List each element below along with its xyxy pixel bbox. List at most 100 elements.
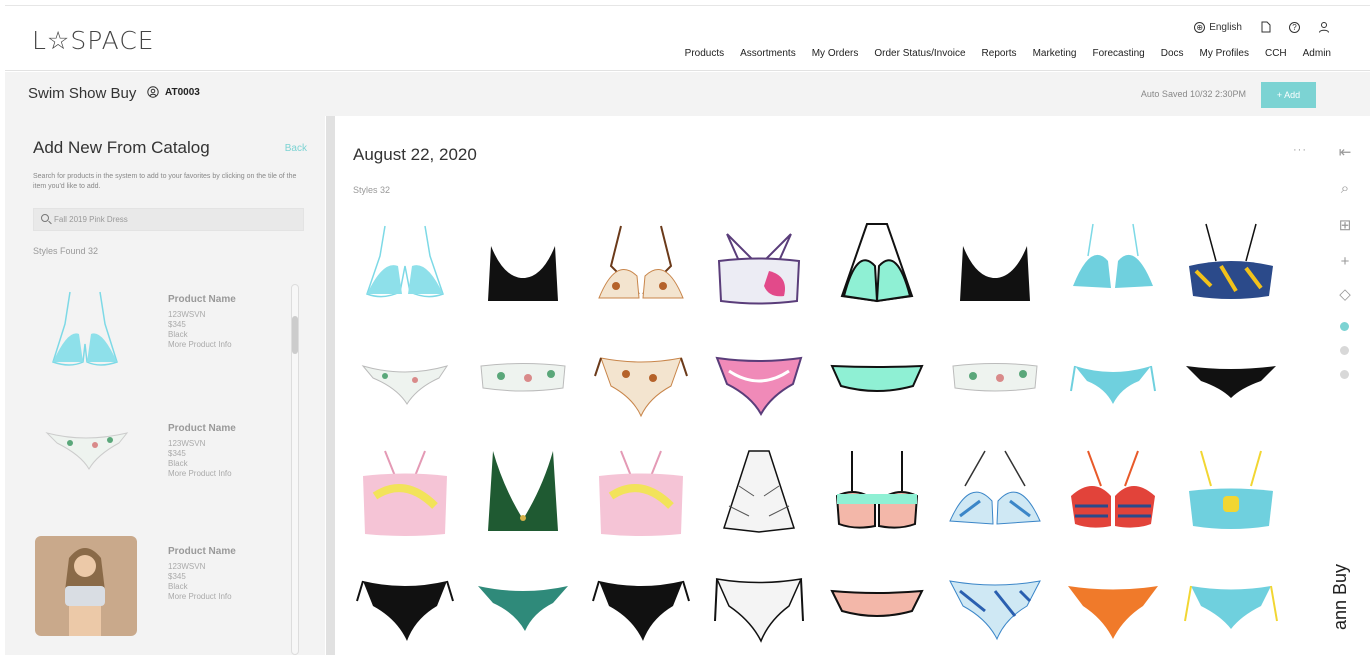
style-tile[interactable]	[827, 446, 927, 546]
grid-view-icon[interactable]: ⊞	[1336, 217, 1354, 235]
more-info-link[interactable]: More Product Info	[168, 340, 232, 350]
document-button[interactable]	[1260, 21, 1271, 33]
style-tile[interactable]	[1181, 446, 1281, 546]
more-options-icon[interactable]: ···	[1293, 144, 1307, 156]
search-placeholder: Fall 2019 Pink Dress	[54, 215, 128, 224]
product-details: 123WSVN $345 Black More Product Info	[168, 562, 232, 602]
style-tile[interactable]	[1181, 336, 1281, 436]
style-tile[interactable]	[1063, 446, 1163, 546]
nav-forecasting[interactable]: Forecasting	[1092, 48, 1144, 59]
style-tile[interactable]	[355, 561, 455, 655]
panel-divider[interactable]	[326, 116, 335, 655]
style-tile[interactable]	[1181, 216, 1281, 316]
product-name: Product Name	[168, 294, 236, 305]
nav-reports[interactable]: Reports	[982, 48, 1017, 59]
more-info-link[interactable]: More Product Info	[168, 469, 232, 479]
assortment-board: August 22, 2020 Styles 32 ···	[335, 116, 1320, 655]
style-tile[interactable]	[827, 216, 927, 316]
nav-order-status[interactable]: Order Status/Invoice	[874, 48, 965, 59]
style-tile[interactable]	[709, 336, 809, 436]
product-sku: 123WSVN	[168, 310, 206, 319]
product-color: Black	[168, 330, 188, 339]
board-date: August 22, 2020	[353, 145, 477, 164]
back-link[interactable]: Back	[285, 143, 307, 154]
nav-products[interactable]: Products	[685, 48, 724, 59]
language-selector[interactable]: ⊕ English	[1194, 21, 1242, 33]
style-tile[interactable]	[1063, 561, 1163, 655]
help-button[interactable]: ?	[1289, 21, 1300, 33]
product-sku: 123WSVN	[168, 439, 206, 448]
styles-count: Styles 32	[353, 185, 391, 195]
nav-marketing[interactable]: Marketing	[1033, 48, 1077, 59]
product-color: Black	[168, 459, 188, 468]
add-button[interactable]: + Add	[1261, 82, 1316, 108]
collapse-panel-icon[interactable]: ⇤	[1336, 144, 1354, 162]
style-tile[interactable]	[591, 561, 691, 655]
search-icon[interactable]: ⌕	[1336, 180, 1354, 198]
add-icon[interactable]: +	[1336, 253, 1354, 271]
product-price: $345	[168, 320, 186, 329]
page-dot[interactable]	[1340, 370, 1349, 379]
styles-found-count: Styles Found 32	[33, 246, 99, 256]
product-details: 123WSVN $345 Black More Product Info	[168, 310, 232, 350]
nav-my-profiles[interactable]: My Profiles	[1200, 48, 1249, 59]
catalog-item[interactable]: Product Name 123WSVN $345 Black More Pro…	[35, 284, 285, 394]
style-tile[interactable]	[827, 561, 927, 655]
style-tile[interactable]	[473, 561, 573, 655]
product-color: Black	[168, 582, 188, 591]
style-tile[interactable]	[1063, 216, 1163, 316]
style-tile[interactable]	[709, 216, 809, 316]
nav-my-orders[interactable]: My Orders	[812, 48, 859, 59]
tag-icon[interactable]: ◇	[1336, 286, 1354, 304]
top-header: L☆SPACE ⊕ English ? Products Assortments…	[5, 5, 1370, 71]
page-dot[interactable]	[1340, 346, 1349, 355]
nav-cch[interactable]: CCH	[1265, 48, 1287, 59]
main-nav: Products Assortments My Orders Order Sta…	[685, 48, 1331, 59]
style-tile[interactable]	[1063, 336, 1163, 436]
style-tile[interactable]	[473, 446, 573, 546]
user-button[interactable]	[1318, 21, 1330, 33]
product-name: Product Name	[168, 546, 236, 557]
style-tile[interactable]	[355, 216, 455, 316]
user-icon	[1319, 22, 1329, 33]
style-tile[interactable]	[1181, 561, 1281, 655]
catalog-description: Search for products in the system to add…	[33, 173, 297, 190]
bikini-bottom-image	[45, 432, 129, 471]
catalog-item[interactable]: Product Name 123WSVN $345 Black More Pro…	[35, 536, 285, 646]
style-tile[interactable]	[827, 336, 927, 436]
nav-docs[interactable]: Docs	[1161, 48, 1184, 59]
style-tile[interactable]	[709, 561, 809, 655]
more-info-link[interactable]: More Product Info	[168, 592, 232, 602]
style-tile[interactable]	[709, 446, 809, 546]
page-dot-active[interactable]	[1340, 322, 1349, 331]
catalog-item[interactable]: Product Name 123WSVN $345 Black More Pro…	[35, 413, 285, 523]
catalog-search-input[interactable]: Fall 2019 Pink Dress	[33, 208, 304, 231]
account-icon	[147, 86, 159, 98]
utility-bar: ⊕ English ?	[1194, 21, 1330, 33]
style-tile[interactable]	[945, 561, 1045, 655]
style-tile[interactable]	[473, 216, 573, 316]
style-tile[interactable]	[945, 336, 1045, 436]
style-tile[interactable]	[591, 446, 691, 546]
style-tile[interactable]	[355, 446, 455, 546]
document-icon	[1261, 21, 1271, 33]
style-tile[interactable]	[945, 216, 1045, 316]
style-tile[interactable]	[591, 336, 691, 436]
catalog-panel: Add New From Catalog Back Search for pro…	[5, 116, 325, 655]
style-tile[interactable]	[591, 216, 691, 316]
help-icon: ?	[1289, 21, 1300, 33]
style-tile[interactable]	[473, 336, 573, 436]
account-id: AT0003	[165, 86, 200, 98]
style-tile[interactable]	[355, 336, 455, 436]
nav-admin[interactable]: Admin	[1303, 48, 1331, 59]
search-icon	[41, 214, 49, 222]
style-grid	[355, 216, 1295, 655]
style-tile[interactable]	[945, 446, 1045, 546]
language-label: English	[1209, 21, 1242, 33]
product-sku: 123WSVN	[168, 562, 206, 571]
brand-logo[interactable]: L☆SPACE	[32, 26, 155, 55]
nav-assortments[interactable]: Assortments	[740, 48, 796, 59]
order-title: Swim Show Buy	[28, 85, 137, 102]
account-badge[interactable]: AT0003	[147, 86, 200, 98]
scrollbar-thumb[interactable]	[292, 316, 298, 354]
